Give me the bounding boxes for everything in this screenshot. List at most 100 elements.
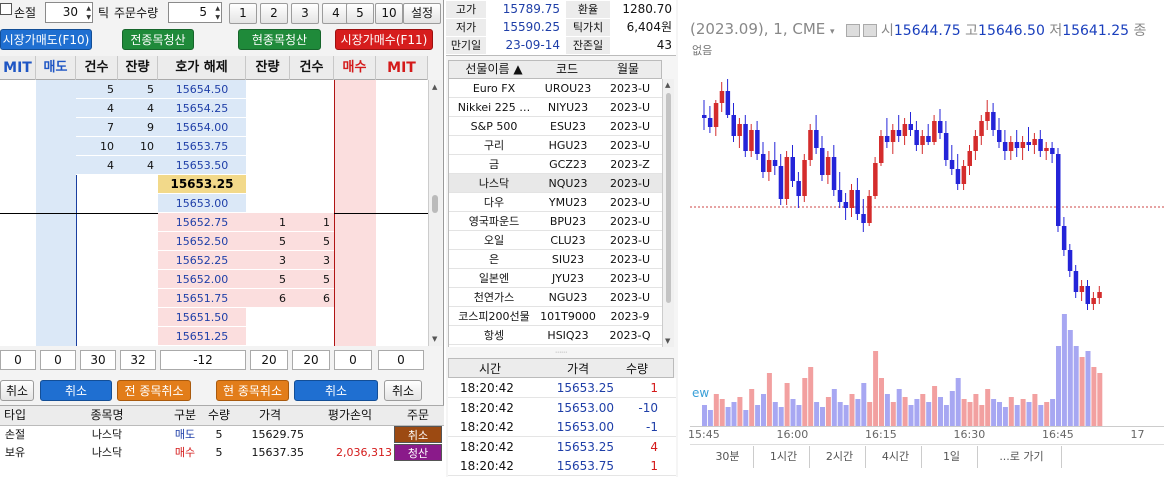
interval-button-2[interactable]: 2시간 — [814, 446, 866, 468]
time-tick: 15:45 — [688, 428, 720, 441]
futures-row[interactable]: 금 GCZ23 2023-Z — [449, 155, 662, 174]
gear-icon[interactable] — [863, 24, 877, 37]
chevron-down-icon[interactable]: ▾ — [830, 27, 835, 37]
loss-tick-input[interactable]: 30 — [45, 2, 93, 23]
futures-row[interactable]: 천연가스 NGU23 2023-U — [449, 288, 662, 307]
futures-row[interactable]: Euro FX UROU23 2023-U — [449, 79, 662, 98]
chart-title[interactable]: (2023.09), 1, CME ▾ — [690, 20, 835, 38]
futures-name-header[interactable]: 선물이름 ▲ — [450, 61, 538, 78]
candle-body — [702, 115, 707, 118]
candle-body — [790, 157, 795, 181]
sell-count-cell: 4 — [107, 102, 114, 115]
futures-row[interactable]: 다우 YMU23 2023-U — [449, 193, 662, 212]
price-cell[interactable]: 15651.75 — [158, 289, 246, 308]
mit-sell-cancel-button[interactable]: 취소 — [0, 380, 34, 401]
mit-buy-header[interactable]: MIT — [376, 56, 428, 80]
volume-bar — [908, 405, 914, 426]
futures-row[interactable]: S&P 500 ESU23 2023-U — [449, 117, 662, 136]
qty-button-10[interactable]: 10 — [375, 3, 403, 24]
futures-scrollbar[interactable]: ▲ ▼ — [662, 79, 674, 347]
candlestick-chart[interactable] — [690, 60, 1164, 440]
order-action-button[interactable]: 취소 — [394, 426, 442, 443]
current-item-cancel-button[interactable]: 현 종목취소 — [216, 380, 289, 401]
all-close-button[interactable]: 전종목청산 — [122, 29, 194, 50]
loss-checkbox[interactable] — [0, 3, 12, 15]
info-label: 잔존일 — [566, 37, 610, 54]
price-header-toggle[interactable]: 호가 해제 — [158, 56, 246, 80]
order-side: 매수 — [174, 446, 196, 459]
trade-qty-header: 수량 — [625, 362, 649, 376]
price-cell[interactable]: 15653.50 — [158, 156, 246, 175]
futures-row[interactable]: 은 SIU23 2023-U — [449, 250, 662, 269]
market-info-panel: 고가 15789.75 환율 1280.70 저가 15590.25 틱가치 6,404원 만기… — [446, 0, 678, 477]
price-cell[interactable]: 15653.75 — [158, 137, 246, 156]
candle-body — [955, 169, 961, 184]
interval-button-5[interactable]: ...로 가기 — [982, 446, 1062, 468]
current-close-button[interactable]: 현종목청산 — [238, 29, 321, 50]
price-cell[interactable]: 15654.00 — [158, 118, 246, 137]
price-cell[interactable]: 15652.50 — [158, 232, 246, 251]
price-cell[interactable]: 15651.25 — [158, 327, 246, 346]
sell-count-total: 30 — [80, 350, 116, 370]
price-cell[interactable]: 15652.75 — [158, 213, 246, 232]
candle-body — [743, 124, 748, 151]
buy-count-total: 20 — [292, 350, 330, 370]
trade-time: 18:20:42 — [460, 439, 514, 454]
interval-button-3[interactable]: 4시간 — [870, 446, 922, 468]
interval-button-0[interactable]: 30분 — [702, 446, 754, 468]
volume-bar — [849, 394, 855, 426]
candle-body — [1002, 142, 1008, 151]
futures-row[interactable]: 일본엔 JYU23 2023-U — [449, 269, 662, 288]
futures-row[interactable]: 코스피200선물 101T9000 2023-9 — [449, 307, 662, 326]
trades-list: 18:20:42 15653.25 1 18:20:42 15653.00 -10 18:2… — [448, 378, 676, 477]
candle-body — [991, 112, 996, 130]
panel-splitter[interactable]: ⋯⋯ — [446, 350, 676, 356]
futures-month: 2023-U — [609, 272, 650, 285]
futures-row[interactable]: 영국파운드 BPU23 2023-U — [449, 212, 662, 231]
candle-body — [719, 91, 725, 103]
qty-button-2[interactable]: 2 — [260, 3, 288, 24]
futures-code: CLU23 — [550, 234, 586, 247]
mit-buy-cancel-button[interactable]: 취소 — [384, 380, 422, 401]
volume-bar — [702, 405, 707, 426]
price-cell[interactable]: 15652.25 — [158, 251, 246, 270]
volume-bar — [837, 402, 843, 426]
buy-remain-total: 20 — [250, 350, 288, 370]
futures-row[interactable]: 나스닥 NQU23 2023-U — [449, 174, 662, 193]
qty-button-1[interactable]: 1 — [229, 3, 257, 24]
eye-icon[interactable] — [846, 24, 860, 37]
futures-row[interactable]: 항셍 HSIQ23 2023-Q — [449, 326, 662, 345]
mit-sell-header[interactable]: MIT — [0, 56, 36, 80]
price-cell[interactable]: 15652.00 — [158, 270, 246, 289]
price-cell[interactable]: 15653.00 — [158, 194, 246, 213]
sell-count-cell: 5 — [107, 83, 114, 96]
futures-row[interactable]: 오일 CLU23 2023-U — [449, 231, 662, 250]
sell-cancel-button[interactable]: 취소 — [40, 380, 112, 401]
qty-button-3[interactable]: 3 — [291, 3, 319, 24]
order-action-button[interactable]: 청산 — [394, 444, 442, 461]
order-qty-input[interactable]: 5 — [168, 2, 222, 23]
price-cell[interactable]: 15654.50 — [158, 80, 246, 99]
interval-button-1[interactable]: 1시간 — [758, 446, 810, 468]
futures-row[interactable]: 구리 HGU23 2023-U — [449, 136, 662, 155]
market-sell-button[interactable]: 시장가매도(F10) — [0, 29, 92, 50]
candle-body — [1067, 250, 1073, 271]
futures-code-header[interactable]: 코드 — [538, 61, 596, 78]
volume-bar — [896, 389, 902, 426]
price-cell[interactable]: 15653.25 — [158, 175, 246, 194]
settings-button[interactable]: 설정 — [403, 3, 441, 24]
futures-row[interactable]: Nikkei 225 … NIYU23 2023-U — [449, 98, 662, 117]
candle-body — [938, 121, 943, 133]
price-cell[interactable]: 15654.25 — [158, 99, 246, 118]
buy-cancel-button[interactable]: 취소 — [294, 380, 378, 401]
volume-bar — [914, 399, 920, 426]
time-tick: 17 — [1130, 428, 1145, 441]
qty-button-5[interactable]: 5 — [346, 3, 374, 24]
candle-body — [867, 196, 872, 223]
price-cell[interactable]: 15651.50 — [158, 308, 246, 327]
interval-button-4[interactable]: 1일 — [926, 446, 978, 468]
hoga-scrollbar[interactable]: ▲ ▼ — [428, 80, 442, 346]
all-items-cancel-button[interactable]: 전 종목취소 — [117, 380, 191, 401]
market-buy-button[interactable]: 시장가매수(F11) — [335, 29, 433, 50]
futures-month-header[interactable]: 월물 — [596, 61, 660, 78]
